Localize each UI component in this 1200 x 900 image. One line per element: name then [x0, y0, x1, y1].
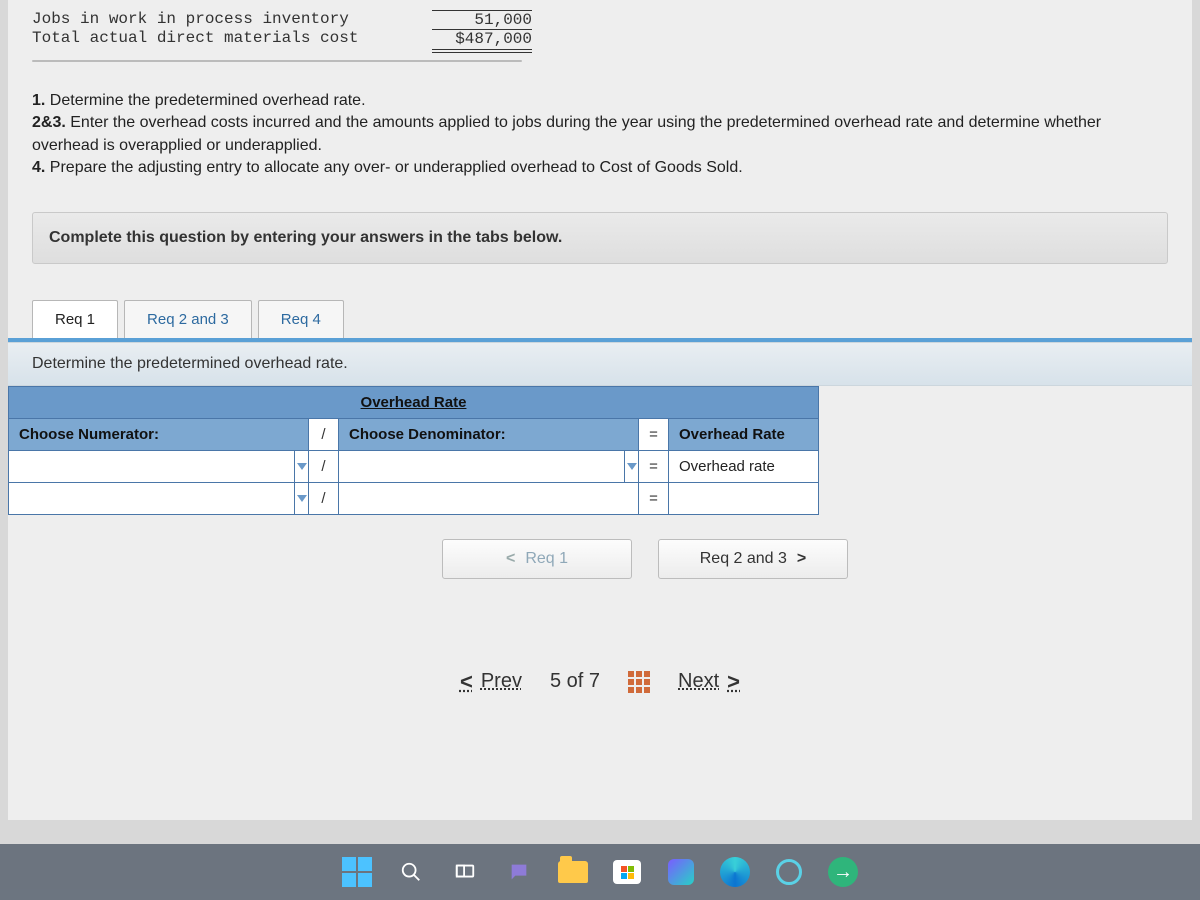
cost-label: Total actual direct materials cost — [32, 29, 432, 50]
windows-taskbar: → — [0, 844, 1200, 900]
assignment-page: Jobs in work in process inventory 51,000… — [8, 0, 1192, 820]
question-pager: < Prev 5 of 7 Next > — [8, 669, 1192, 695]
start-icon[interactable] — [338, 853, 376, 891]
app-icon[interactable]: → — [824, 853, 862, 891]
tab-strip: Req 1 Req 2 and 3 Req 4 — [8, 300, 1192, 338]
prev-step-button: < Req 1 — [442, 539, 632, 579]
instr-text: Determine the predetermined overhead rat… — [45, 92, 365, 109]
equals: = — [639, 482, 669, 514]
grid-icon[interactable] — [628, 671, 650, 693]
prev-label: Prev — [481, 670, 522, 693]
instr-text: Enter the overhead costs incurred and th… — [32, 114, 1101, 153]
cost-label: Jobs in work in process inventory — [32, 10, 432, 29]
cost-value-total: $487,000 — [432, 29, 532, 50]
instr-num: 4. — [32, 159, 45, 176]
app-icon[interactable] — [770, 853, 808, 891]
dropdown-icon[interactable] — [625, 450, 639, 482]
instr-text: Prepare the adjusting entry to allocate … — [45, 159, 742, 176]
numerator-input-2[interactable] — [9, 482, 295, 514]
chevron-left-icon: < — [506, 550, 515, 568]
next-label: Next — [678, 670, 719, 693]
next-question-button[interactable]: Next > — [678, 669, 740, 695]
tab-req2and3[interactable]: Req 2 and 3 — [124, 300, 252, 338]
denominator-input[interactable] — [339, 450, 625, 482]
cost-row: Jobs in work in process inventory 51,000 — [32, 10, 1168, 29]
taskview-icon[interactable] — [446, 853, 484, 891]
prev-question-button[interactable]: < Prev — [460, 669, 522, 695]
cost-value: 51,000 — [432, 10, 532, 29]
instr-num: 2&3. — [32, 114, 66, 131]
equals: = — [639, 450, 669, 482]
step-nav: < Req 1 Req 2 and 3 > — [8, 539, 1192, 579]
rate-result: Overhead rate — [669, 450, 819, 482]
instr-num: 1. — [32, 92, 45, 109]
chat-icon[interactable] — [500, 853, 538, 891]
prev-step-label: Req 1 — [525, 550, 568, 568]
dropdown-icon[interactable] — [295, 482, 309, 514]
tab-instruction: Determine the predetermined overhead rat… — [8, 342, 1192, 386]
numerator-label: Choose Numerator: — [9, 418, 309, 450]
equals: = — [639, 418, 669, 450]
dropdown-icon[interactable] — [295, 450, 309, 482]
tab-req1[interactable]: Req 1 — [32, 300, 118, 338]
instructions: 1. Determine the predetermined overhead … — [8, 62, 1192, 198]
denominator-input-2[interactable] — [339, 482, 639, 514]
denominator-label: Choose Denominator: — [339, 418, 639, 450]
chevron-left-icon: < — [460, 669, 473, 695]
tab-req4[interactable]: Req 4 — [258, 300, 344, 338]
table-header: Overhead Rate — [9, 386, 819, 418]
edge-icon[interactable] — [716, 853, 754, 891]
rate-label: Overhead Rate — [669, 418, 819, 450]
numerator-input[interactable] — [9, 450, 295, 482]
chevron-right-icon: > — [797, 550, 806, 568]
explorer-icon[interactable] — [554, 853, 592, 891]
overhead-rate-table: Overhead Rate Choose Numerator: / Choose… — [8, 386, 819, 515]
slash: / — [309, 418, 339, 450]
slash: / — [309, 482, 339, 514]
page-count: 5 of 7 — [550, 670, 600, 693]
rate-result-2[interactable] — [669, 482, 819, 514]
cost-row: Total actual direct materials cost $487,… — [32, 29, 1168, 50]
search-icon[interactable] — [392, 853, 430, 891]
copilot-icon[interactable] — [662, 853, 700, 891]
complete-banner: Complete this question by entering your … — [32, 212, 1168, 264]
next-step-label: Req 2 and 3 — [700, 550, 787, 568]
slash: / — [309, 450, 339, 482]
chevron-right-icon: > — [727, 669, 740, 695]
cost-summary: Jobs in work in process inventory 51,000… — [8, 0, 1192, 50]
next-step-button[interactable]: Req 2 and 3 > — [658, 539, 848, 579]
store-icon[interactable] — [608, 853, 646, 891]
